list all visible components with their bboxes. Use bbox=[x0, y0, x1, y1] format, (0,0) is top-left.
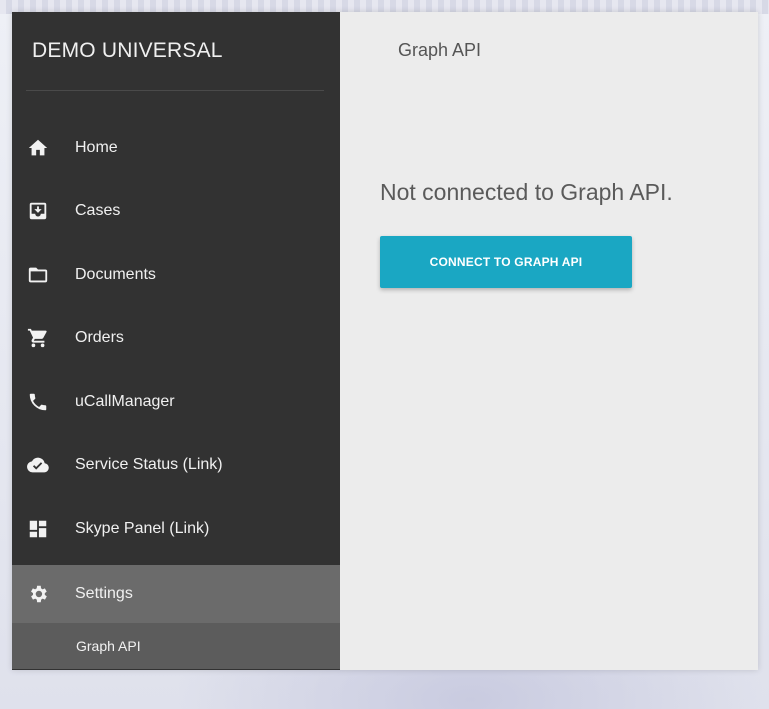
sidebar-divider bbox=[26, 90, 324, 91]
content-panel: Graph API Not connected to Graph API. CO… bbox=[340, 12, 758, 670]
dashboard-icon bbox=[26, 517, 50, 541]
sidebar-item-label: Skype Panel (Link) bbox=[75, 519, 210, 537]
sidebar-item-home[interactable]: Home bbox=[12, 116, 340, 180]
gear-icon bbox=[26, 582, 50, 606]
connection-status-text: Not connected to Graph API. bbox=[380, 179, 673, 205]
sidebar-item-skype-panel[interactable]: Skype Panel (Link) bbox=[12, 497, 340, 561]
sidebar-item-label: Documents bbox=[75, 265, 156, 283]
sidebar-item-label: Cases bbox=[75, 202, 121, 220]
sidebar-item-settings[interactable]: Settings bbox=[12, 565, 340, 623]
sidebar-item-label: Service Status (Link) bbox=[75, 456, 223, 474]
brand-title: DEMO UNIVERSAL bbox=[32, 39, 223, 62]
cart-icon bbox=[26, 326, 50, 350]
inbox-icon bbox=[26, 199, 50, 223]
sidebar-item-ucallmanager[interactable]: uCallManager bbox=[12, 370, 340, 434]
sidebar-item-service-status[interactable]: Service Status (Link) bbox=[12, 434, 340, 498]
sidebar-item-label: Home bbox=[75, 138, 118, 156]
sidebar-subitem-graph-api[interactable]: Graph API bbox=[12, 623, 340, 669]
settings-group: Settings bbox=[12, 565, 340, 623]
sidebar: DEMO UNIVERSAL Home Cases Documents Orde… bbox=[12, 12, 340, 670]
sidebar-item-documents[interactable]: Documents bbox=[12, 243, 340, 307]
sidebar-item-label: Settings bbox=[75, 585, 133, 602]
phone-icon bbox=[26, 390, 50, 414]
sidebar-nav: Home Cases Documents Orders uCallManager… bbox=[12, 116, 340, 561]
sidebar-item-label: Orders bbox=[75, 329, 124, 347]
sidebar-item-label: uCallManager bbox=[75, 392, 175, 410]
app-window: DEMO UNIVERSAL Home Cases Documents Orde… bbox=[12, 12, 758, 670]
page-title: Graph API bbox=[398, 40, 482, 60]
cloud-check-icon bbox=[26, 453, 50, 477]
folder-icon bbox=[26, 263, 50, 287]
sidebar-item-orders[interactable]: Orders bbox=[12, 307, 340, 371]
sidebar-item-cases[interactable]: Cases bbox=[12, 180, 340, 244]
connect-graph-api-button[interactable]: CONNECT TO GRAPH API bbox=[380, 236, 632, 288]
home-icon bbox=[26, 136, 50, 160]
